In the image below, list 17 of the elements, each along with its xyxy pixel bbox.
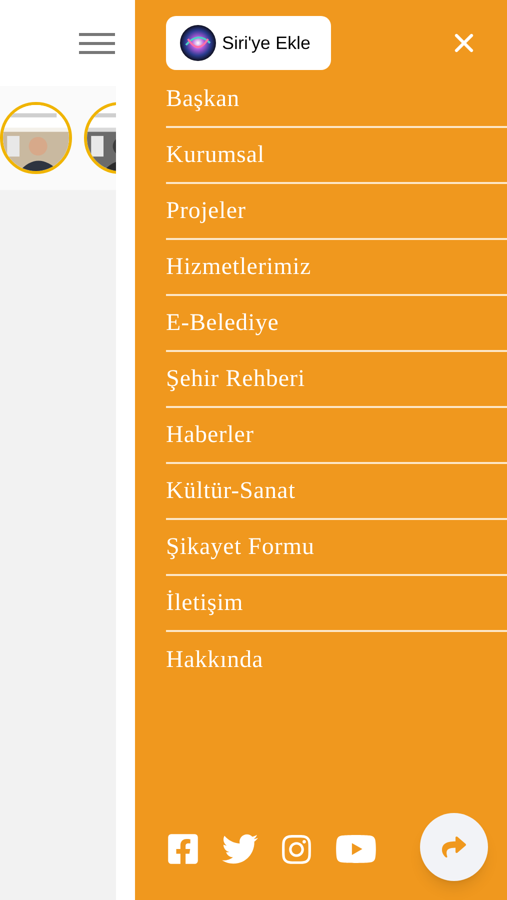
menu-item[interactable]: Kurumsal <box>166 128 507 184</box>
menu-item[interactable]: İletişim <box>166 576 507 632</box>
siri-button[interactable]: Siri'ye Ekle <box>166 16 331 70</box>
menu-item[interactable]: Başkan <box>166 72 507 128</box>
facebook-icon[interactable] <box>166 832 200 866</box>
menu-item[interactable]: Şikayet Formu <box>166 520 507 576</box>
menu-item[interactable]: Hakkında <box>166 632 507 688</box>
menu-item[interactable]: Hizmetlerimiz <box>166 240 507 296</box>
menu-item[interactable]: Kültür-Sanat <box>166 464 507 520</box>
menu-item[interactable]: Şehir Rehberi <box>166 352 507 408</box>
menu-icon[interactable] <box>79 32 115 56</box>
menu-item[interactable]: Haberler <box>166 408 507 464</box>
instagram-icon[interactable] <box>280 832 313 866</box>
menu-item[interactable]: E-Belediye <box>166 296 507 352</box>
menu-item[interactable]: Projeler <box>166 184 507 240</box>
share-icon <box>442 835 466 859</box>
siri-icon <box>180 25 216 61</box>
